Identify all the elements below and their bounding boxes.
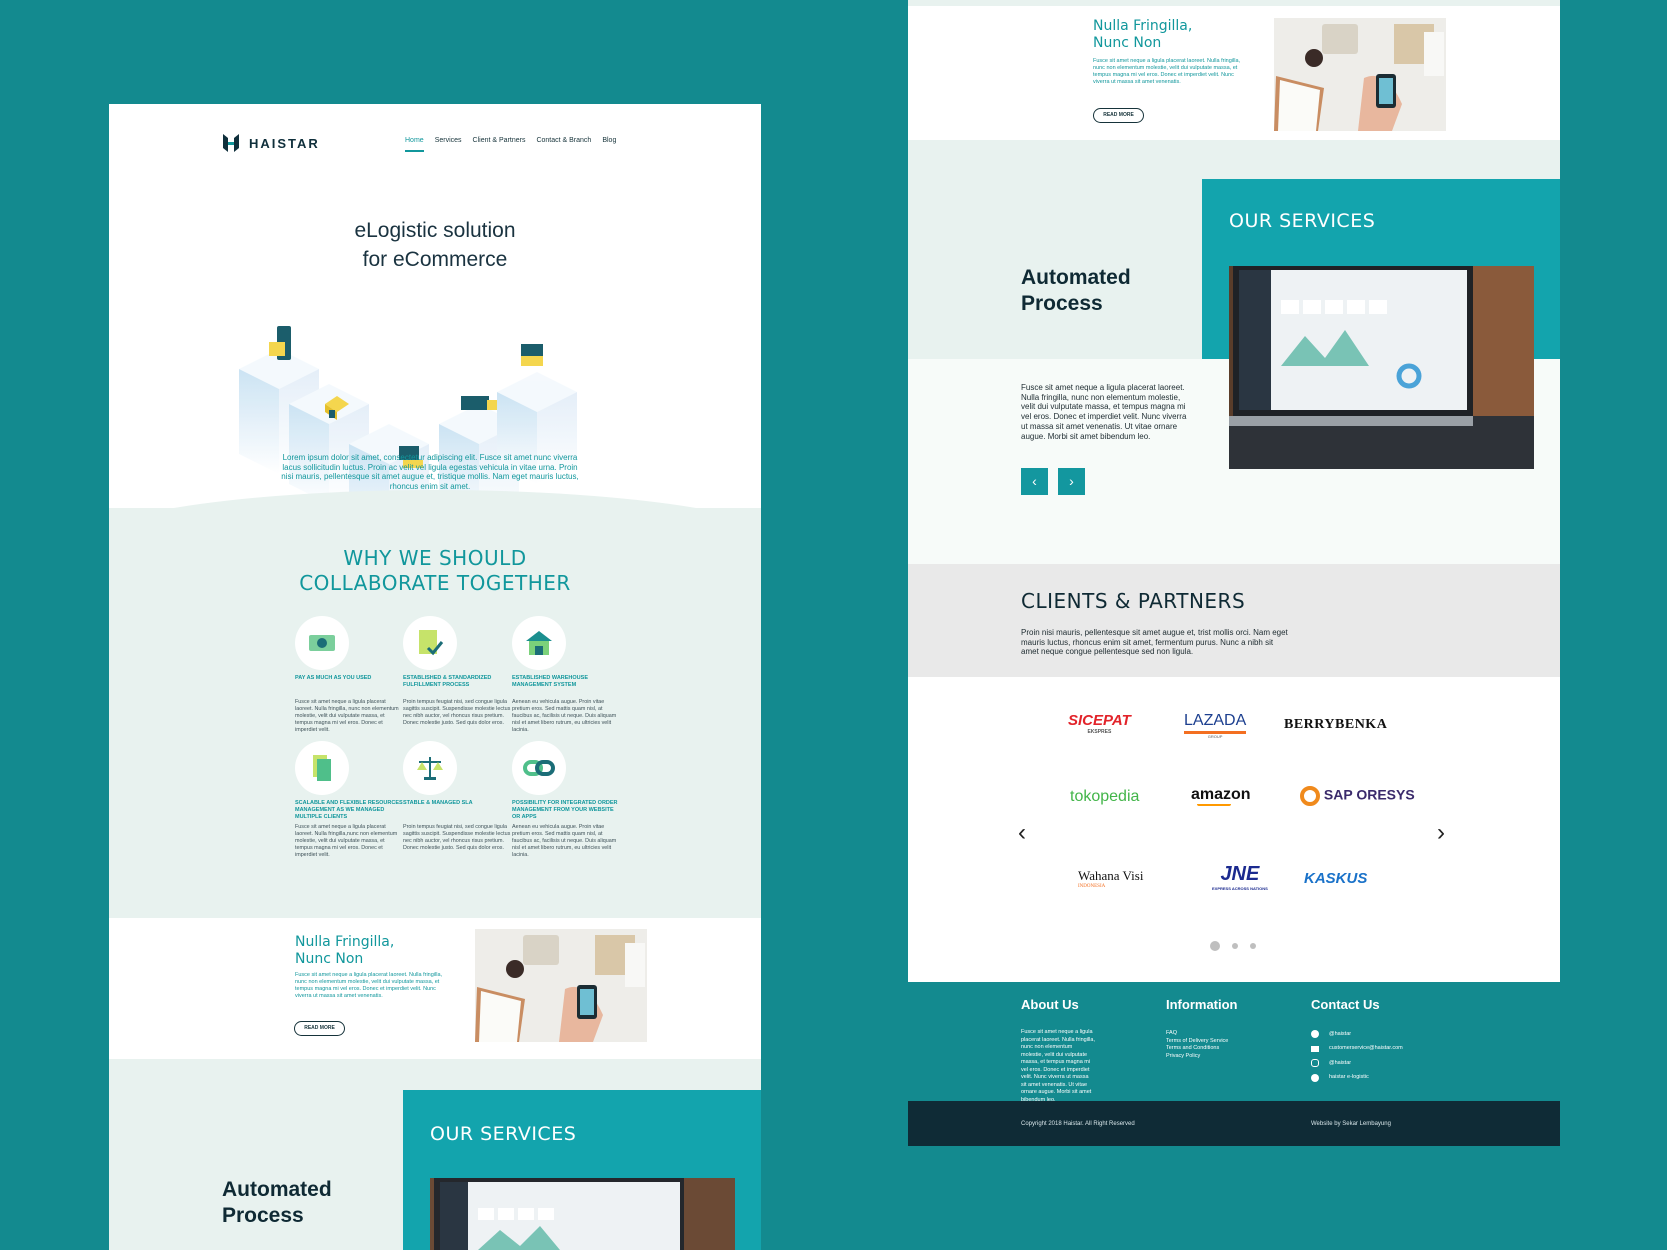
facebook-icon xyxy=(1311,1073,1319,1082)
services-page-mockup: Nulla Fringilla, Nunc Non Fusce sit amet … xyxy=(908,0,1560,1146)
feature-card: PAY AS MUCH AS YOU USED Fusce sit amet n… xyxy=(295,616,403,734)
documents-icon xyxy=(295,741,349,795)
contact-line[interactable]: @haistar xyxy=(1311,1027,1403,1042)
logo-berrybenka: BERRYBENKA xyxy=(1284,717,1388,732)
link-icon xyxy=(512,741,566,795)
logo-lazada: LAZADA GROUP xyxy=(1184,712,1247,739)
read-more-button[interactable]: READ MORE xyxy=(294,1021,345,1036)
footer-about-title: About Us xyxy=(1021,997,1079,1012)
laptop-photo xyxy=(430,1178,735,1250)
services-title: Automated Process xyxy=(222,1178,332,1227)
mail-icon xyxy=(1311,1045,1319,1052)
warehouse-icon xyxy=(512,616,566,670)
scale-icon xyxy=(403,741,457,795)
feature-card: ESTABLISHED & STANDARDIZED FULFILLMENT P… xyxy=(403,616,511,727)
clients-desc: Proin nisi mauris, pellentesque sit amet… xyxy=(1021,628,1288,656)
logo-kaskus: KASKUS xyxy=(1304,870,1368,887)
why-title: WHY WE SHOULD COLLABORATE TOGETHER xyxy=(299,546,571,595)
clients-prev-button[interactable]: ‹ xyxy=(1018,819,1026,847)
footer-link[interactable]: FAQ xyxy=(1166,1030,1228,1038)
stack-box-icon xyxy=(521,344,543,366)
carousel-dot[interactable] xyxy=(1232,943,1238,949)
article-title: Nulla Fringilla, Nunc Non xyxy=(1093,18,1193,51)
brand-name: HAISTAR xyxy=(249,135,320,151)
clients-section xyxy=(908,564,1560,677)
hero-description: Lorem ipsum dolor sit amet, consectetur … xyxy=(281,453,579,491)
nav-contact[interactable]: Contact & Branch xyxy=(536,137,591,152)
clients-title: CLIENTS & PARTNERS xyxy=(1021,589,1246,613)
services-heading: OUR SERVICES xyxy=(1229,210,1376,232)
feature-card: POSSIBILITY FOR INTEGRATED ORDER MANAGEM… xyxy=(512,741,620,859)
contact-email[interactable]: customerservice@haistar.com xyxy=(1311,1042,1403,1057)
contact-instagram[interactable]: @haistar xyxy=(1311,1056,1403,1071)
desk-photo xyxy=(475,929,647,1042)
article-desc: Fusce sit amet neque a ligula placerat l… xyxy=(295,972,443,999)
logo-sap-oresys: SAP ORESYS xyxy=(1300,786,1415,806)
footer-info-links: FAQ Terms of Delivery Service Terms and … xyxy=(1166,1030,1228,1060)
contact-facebook[interactable]: haistar e-logistic xyxy=(1311,1071,1403,1086)
carousel-dot-active[interactable] xyxy=(1210,941,1220,951)
footer-about-text: Fusce sit amet neque a ligula placerat l… xyxy=(1021,1029,1095,1103)
instagram-icon xyxy=(1311,1059,1319,1068)
nav-clients[interactable]: Client & Partners xyxy=(473,137,526,152)
haistar-logo-icon xyxy=(223,134,239,152)
nav-home[interactable]: Home xyxy=(405,137,424,152)
clients-next-button[interactable]: › xyxy=(1437,819,1445,847)
main-nav: Home Services Client & Partners Contact … xyxy=(405,137,616,152)
checklist-icon xyxy=(403,616,457,670)
services-title: Automated Process xyxy=(1021,266,1131,315)
article-block: Nulla Fringilla, Nunc Non Fusce sit amet … xyxy=(109,918,761,1059)
phone-box-icon xyxy=(269,326,291,360)
logo-tokopedia: tokopedia xyxy=(1070,788,1140,805)
copyright-text: Copyright 2018 Haistar. All Right Reserv… xyxy=(1021,1121,1135,1127)
brand-logo[interactable]: HAISTAR xyxy=(221,132,320,154)
nav-services[interactable]: Services xyxy=(435,137,462,152)
desk-photo xyxy=(1274,18,1446,131)
hero-title: eLogistic solution for eCommerce xyxy=(354,219,516,271)
footer-info-title: Information xyxy=(1166,997,1238,1012)
nav-blog[interactable]: Blog xyxy=(602,137,616,152)
services-heading: OUR SERVICES xyxy=(430,1123,577,1145)
read-more-button[interactable]: READ MORE xyxy=(1093,108,1144,123)
home-page-mockup: HAISTAR Home Services Client & Partners … xyxy=(109,104,761,1250)
footer-contact-title: Contact Us xyxy=(1311,997,1380,1012)
footer-link[interactable]: Terms and Conditions xyxy=(1166,1045,1228,1053)
article-desc: Fusce sit amet neque a ligula placerat l… xyxy=(1093,58,1241,85)
logo-amazon: amazon xyxy=(1191,786,1251,806)
logo-sicepat: SICEPAT EKSPRES xyxy=(1068,712,1131,735)
carousel-dot[interactable] xyxy=(1250,943,1256,949)
truck-icon xyxy=(461,396,497,410)
feature-card: SCALABLE AND FLEXIBLE RESOURCES MANAGEME… xyxy=(295,741,403,859)
feature-card: ESTABLISHED WAREHOUSE MANAGEMENT SYSTEM … xyxy=(512,616,620,734)
line-chat-icon xyxy=(1311,1030,1319,1039)
footer-link[interactable]: Privacy Policy xyxy=(1166,1053,1228,1061)
services-prev-button[interactable]: ‹ xyxy=(1021,468,1048,495)
logo-jne: JNE EXPRESS ACROSS NATIONS xyxy=(1212,863,1268,891)
money-icon xyxy=(295,616,349,670)
footer-contacts: @haistar customerservice@haistar.com @ha… xyxy=(1311,1027,1403,1085)
services-desc: Fusce sit amet neque a ligula placerat l… xyxy=(1021,383,1187,441)
copyright-bar xyxy=(908,1101,1560,1146)
article-title: Nulla Fringilla, Nunc Non xyxy=(295,934,395,967)
laptop-photo xyxy=(1229,266,1534,469)
feature-card: STABLE & MANAGED SLA Proin tempus feugia… xyxy=(403,741,511,852)
logo-wahana-visi: Wahana Visi INDONESIA xyxy=(1078,868,1144,889)
services-next-button[interactable]: › xyxy=(1058,468,1085,495)
footer-link[interactable]: Terms of Delivery Service xyxy=(1166,1038,1228,1046)
credit-text: Website by Sekar Lembayung xyxy=(1311,1121,1391,1127)
